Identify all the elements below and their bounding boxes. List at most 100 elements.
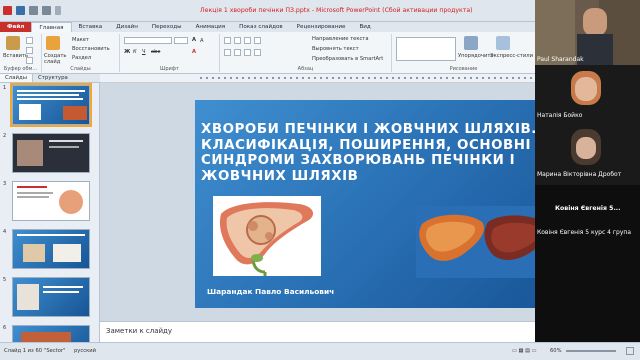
tab-animation[interactable]: Анимация [189, 22, 233, 32]
participant-tile[interactable]: Ковіня Євгенія 5... Ковіня Євгенія 5 кур… [535, 185, 640, 245]
new-slide-icon[interactable] [46, 36, 60, 50]
participant-display-name: Ковіня Євгенія 5... [555, 205, 621, 212]
tab-insert[interactable]: Вставка [72, 22, 110, 32]
slide-thumbnail-row[interactable]: 4 [0, 227, 99, 273]
slide-thumbnail[interactable] [12, 325, 90, 343]
font-color-icon[interactable]: A [192, 49, 196, 55]
cut-icon[interactable] [26, 37, 33, 44]
slide-thumbnail[interactable] [12, 181, 90, 221]
format-painter-icon[interactable] [26, 57, 33, 64]
tab-slides[interactable]: Слайды [0, 74, 33, 82]
ruler-tick [200, 77, 202, 79]
fit-to-window-icon[interactable] [626, 347, 634, 355]
slide-thumbnail[interactable] [12, 133, 90, 173]
ruler-tick [362, 77, 364, 79]
notes-placeholder[interactable]: Заметки к слайду [106, 327, 172, 335]
grow-font-icon[interactable]: A [192, 37, 196, 43]
copy-icon[interactable] [26, 47, 33, 54]
tab-design[interactable]: Дизайн [109, 22, 145, 32]
slide-number: 2 [3, 133, 7, 139]
paste-icon[interactable] [6, 36, 20, 50]
save-icon[interactable] [16, 6, 25, 15]
ruler-tick [218, 77, 220, 79]
reset-button[interactable]: Восстановить [72, 46, 110, 52]
decrease-indent-icon[interactable] [244, 37, 251, 44]
layout-button[interactable]: Макет [72, 37, 89, 43]
slide-thumbnail-row[interactable]: 5 [0, 275, 99, 321]
shrink-font-icon[interactable]: A [200, 38, 204, 44]
tab-outline[interactable]: Структура [33, 74, 73, 82]
section-button[interactable]: Раздел [72, 55, 91, 61]
language-indicator[interactable]: русский [74, 348, 96, 354]
smartart-button[interactable]: Преобразовать в SmartArt [312, 56, 383, 62]
undo-icon[interactable] [29, 6, 38, 15]
slide-thumbnail[interactable] [10, 83, 92, 127]
font-family-select[interactable] [124, 37, 172, 44]
liver-illustration-image[interactable] [213, 196, 321, 276]
tab-transitions[interactable]: Переходы [145, 22, 189, 32]
slide-title[interactable]: ХВОРОБИ ПЕЧІНКИ І ЖОВЧНИХ ШЛЯХІВ. КЛАСИФ… [201, 122, 561, 184]
ruler-tick [500, 77, 502, 79]
justify-icon[interactable] [254, 49, 261, 56]
ribbon: Вставить Буфер обм... Создать слайд Маке… [0, 32, 535, 74]
bullets-icon[interactable] [224, 37, 231, 44]
ruler-tick [386, 77, 388, 79]
drawing-group: Упорядочить Экспресс-стили Рисование [392, 34, 535, 72]
tab-slideshow[interactable]: Показ слайдов [232, 22, 290, 32]
slide-thumbnail-row[interactable]: 1 [0, 83, 99, 129]
quick-styles-button[interactable]: Экспресс-стили [490, 53, 533, 59]
tab-view[interactable]: Вид [352, 22, 377, 32]
tab-file[interactable]: Файл [0, 22, 32, 32]
zoom-slider[interactable] [566, 350, 616, 352]
customize-qat-icon[interactable] [55, 6, 61, 15]
italic-icon[interactable]: К [133, 49, 137, 55]
bold-icon[interactable]: Ж [124, 49, 130, 55]
slide-thumbnail-row[interactable]: 6 [0, 323, 99, 343]
slide-thumbnail-row[interactable]: 3 [0, 179, 99, 225]
ruler-tick [494, 77, 496, 79]
increase-indent-icon[interactable] [254, 37, 261, 44]
shapes-gallery[interactable] [396, 37, 456, 61]
view-buttons[interactable]: ▭ ▦ ▤ ▭ [512, 348, 537, 354]
redo-icon[interactable] [42, 6, 51, 15]
ruler-tick [248, 77, 250, 79]
ruler-tick [236, 77, 238, 79]
tab-home[interactable]: Главная [31, 22, 72, 32]
participant-tile[interactable]: Paul Sharandak [535, 0, 640, 65]
powerpoint-icon[interactable] [3, 6, 12, 15]
slide-canvas[interactable]: ХВОРОБИ ПЕЧІНКИ І ЖОВЧНИХ ШЛЯХІВ. КЛАСИФ… [195, 100, 565, 308]
slide-thumbnail-row[interactable]: 2 [0, 131, 99, 177]
slide-thumbnail[interactable] [12, 229, 90, 269]
title-bar: Лекція 1 хвороби печінки ПЗ.pptx - Micro… [0, 0, 535, 22]
window-title: Лекція 1 хвороби печінки ПЗ.pptx - Micro… [200, 7, 473, 14]
tab-review[interactable]: Рецензирование [290, 22, 353, 32]
paste-button[interactable]: Вставить [3, 53, 28, 59]
underline-icon[interactable]: Ч [142, 49, 146, 55]
ruler-tick [308, 77, 310, 79]
participant-tile[interactable]: Марина Вікторівна Дробот [535, 123, 640, 185]
zoom-level[interactable]: 60% [550, 348, 562, 354]
ruler-tick [254, 77, 256, 79]
ruler-tick [416, 77, 418, 79]
arrange-button[interactable]: Упорядочить [458, 53, 493, 59]
ruler-tick [482, 77, 484, 79]
participant-tile[interactable]: Наталія Бойко [535, 65, 640, 123]
font-group: A A Ж К Ч abc A Шрифт [120, 34, 220, 72]
align-center-icon[interactable] [234, 49, 241, 56]
quick-styles-icon[interactable] [496, 36, 510, 50]
author-name[interactable]: Шарандак Павло Васильович [207, 287, 334, 296]
liver-comparison-image[interactable] [416, 206, 553, 278]
numbering-icon[interactable] [234, 37, 241, 44]
strikethrough-icon[interactable]: abc [151, 49, 160, 55]
slides-panel[interactable]: 1 2 3 4 5 6 [0, 83, 100, 343]
arrange-icon[interactable] [464, 36, 478, 50]
new-slide-button[interactable]: Создать слайд [44, 53, 68, 65]
text-direction-button[interactable]: Направление текста [312, 36, 369, 42]
slide-thumbnail[interactable] [12, 277, 90, 317]
align-left-icon[interactable] [224, 49, 231, 56]
align-text-button[interactable]: Выровнять текст [312, 46, 359, 52]
ruler-tick [422, 77, 424, 79]
font-size-select[interactable] [174, 37, 188, 44]
status-bar: Слайд 1 из 60 "Sector" русский ▭ ▦ ▤ ▭ 6… [0, 342, 640, 360]
align-right-icon[interactable] [244, 49, 251, 56]
